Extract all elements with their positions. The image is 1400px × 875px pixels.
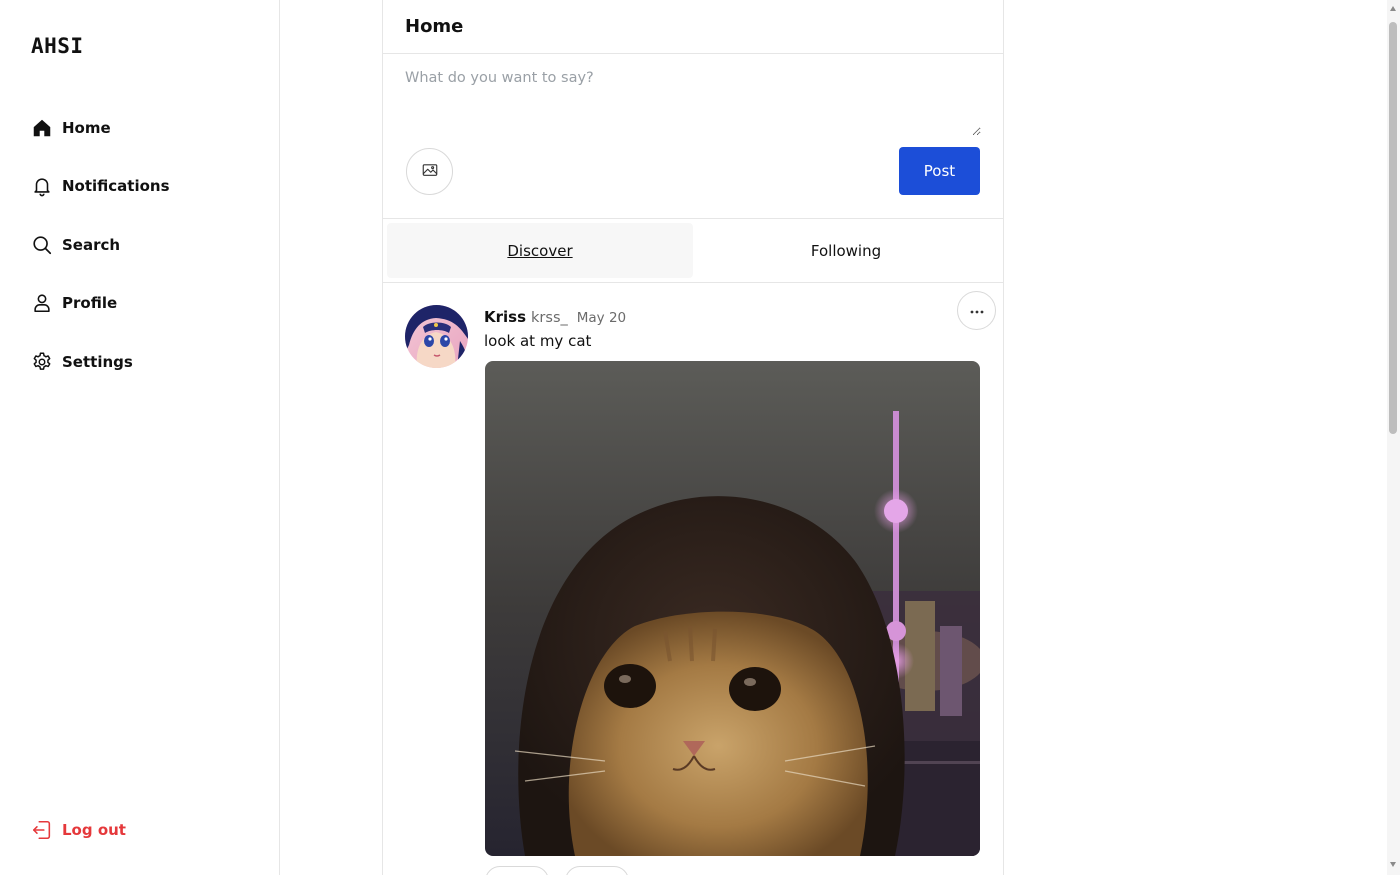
- tab-discover[interactable]: Discover: [387, 223, 693, 278]
- image-icon: [421, 161, 439, 182]
- feed-tabs: Discover Following: [383, 219, 1003, 283]
- page-header: Home: [383, 0, 1003, 54]
- page-title: Home: [405, 16, 464, 37]
- sidebar: AHSI Home Notifications Search Profile S…: [0, 0, 280, 875]
- page-scrollbar[interactable]: [1387, 0, 1400, 875]
- search-icon: [30, 233, 54, 257]
- sidebar-item-label: Home: [62, 119, 111, 137]
- more-horizontal-icon: [969, 303, 985, 318]
- feed-post: Kriss krss_ May 20 look at my cat: [383, 283, 1003, 875]
- sidebar-item-label: Settings: [62, 352, 133, 371]
- sidebar-item-profile[interactable]: Profile: [30, 285, 170, 321]
- sidebar-nav: Home Notifications Search Profile Settin…: [30, 110, 170, 402]
- sidebar-item-settings[interactable]: Settings: [30, 344, 170, 380]
- attach-image-button[interactable]: [406, 148, 453, 195]
- post-text: look at my cat: [484, 332, 592, 350]
- post-action-button[interactable]: [565, 866, 629, 875]
- post-image[interactable]: [485, 361, 980, 856]
- logout-label: Log out: [62, 821, 126, 839]
- logout-button[interactable]: Log out: [30, 818, 126, 842]
- home-icon: [30, 116, 54, 140]
- tab-following[interactable]: Following: [693, 223, 999, 278]
- sidebar-item-label: Notifications: [62, 177, 170, 196]
- post-date: May 20: [576, 310, 627, 326]
- logout-icon: [30, 818, 54, 842]
- scrollbar-thumb[interactable]: [1389, 22, 1397, 434]
- bell-icon: [30, 174, 54, 198]
- post-composer: Post: [383, 54, 1003, 219]
- app-logo[interactable]: AHSI: [31, 34, 84, 58]
- post-more-button[interactable]: [957, 291, 996, 330]
- sidebar-item-search[interactable]: Search: [30, 227, 170, 263]
- sidebar-item-label: Search: [62, 235, 121, 254]
- post-button[interactable]: Post: [899, 147, 980, 195]
- author-handle[interactable]: krss_: [531, 310, 568, 326]
- scroll-down-arrow-icon[interactable]: [1390, 862, 1396, 867]
- gear-icon: [30, 350, 54, 374]
- main-column: Home Post Discover Following: [382, 0, 1004, 875]
- sidebar-item-home[interactable]: Home: [30, 110, 170, 146]
- post-action-button[interactable]: [485, 866, 549, 875]
- avatar[interactable]: [405, 305, 468, 368]
- author-name[interactable]: Kriss: [484, 308, 526, 326]
- sidebar-item-notifications[interactable]: Notifications: [30, 168, 170, 204]
- sidebar-item-label: Profile: [62, 294, 118, 313]
- compose-textarea[interactable]: [405, 70, 981, 136]
- post-header: Kriss krss_ May 20: [484, 308, 626, 326]
- user-icon: [30, 291, 54, 315]
- scroll-up-arrow-icon[interactable]: [1390, 6, 1396, 11]
